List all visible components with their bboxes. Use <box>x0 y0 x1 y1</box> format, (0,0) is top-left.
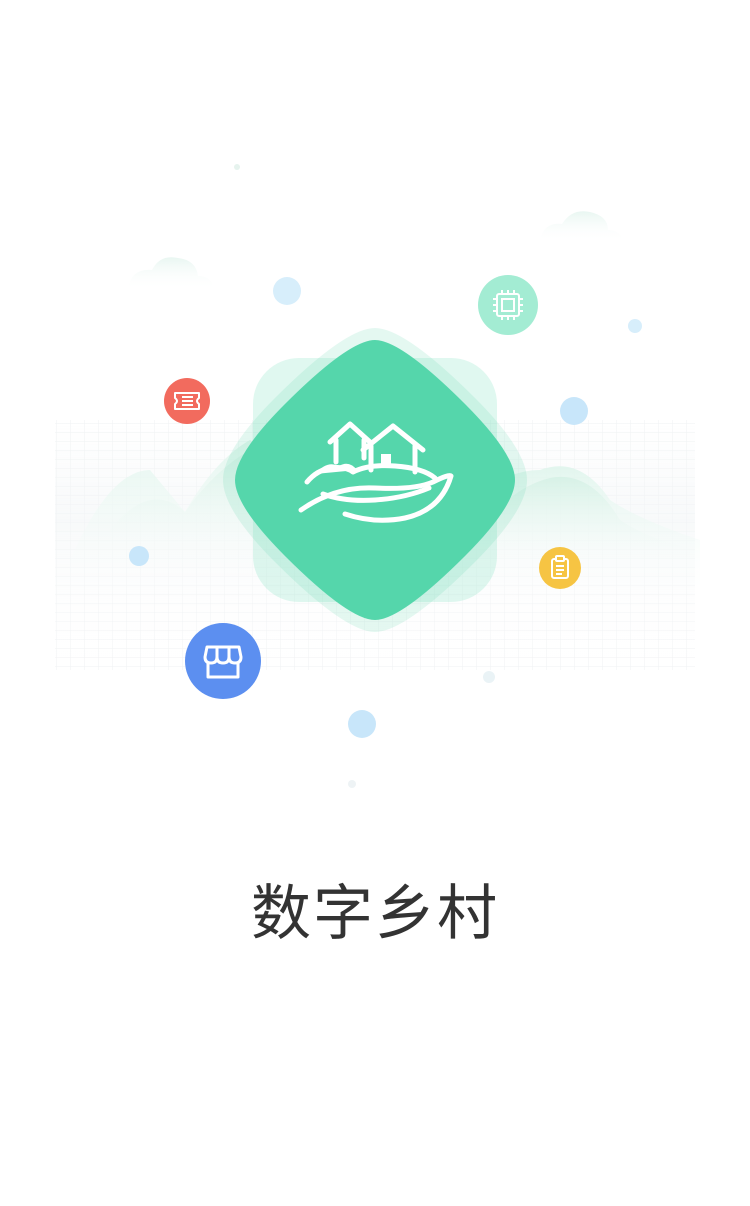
cloud-right <box>540 211 624 242</box>
background-illustration <box>55 164 700 788</box>
store-badge <box>185 623 261 699</box>
bubble <box>348 710 376 738</box>
chip-badge <box>478 275 538 335</box>
ticket-badge <box>164 378 210 424</box>
bubble <box>560 397 588 425</box>
splash-screen: 数字乡村 <box>0 0 750 1206</box>
clipboard-badge <box>539 547 581 589</box>
bubble <box>483 671 495 683</box>
bubble <box>129 546 149 566</box>
app-title: 数字乡村 <box>251 879 499 949</box>
bubble <box>348 780 356 788</box>
bubble <box>273 277 301 305</box>
bubble <box>234 164 240 170</box>
app-logo <box>223 328 527 632</box>
bubble <box>628 319 642 333</box>
cloud-left <box>128 257 214 290</box>
